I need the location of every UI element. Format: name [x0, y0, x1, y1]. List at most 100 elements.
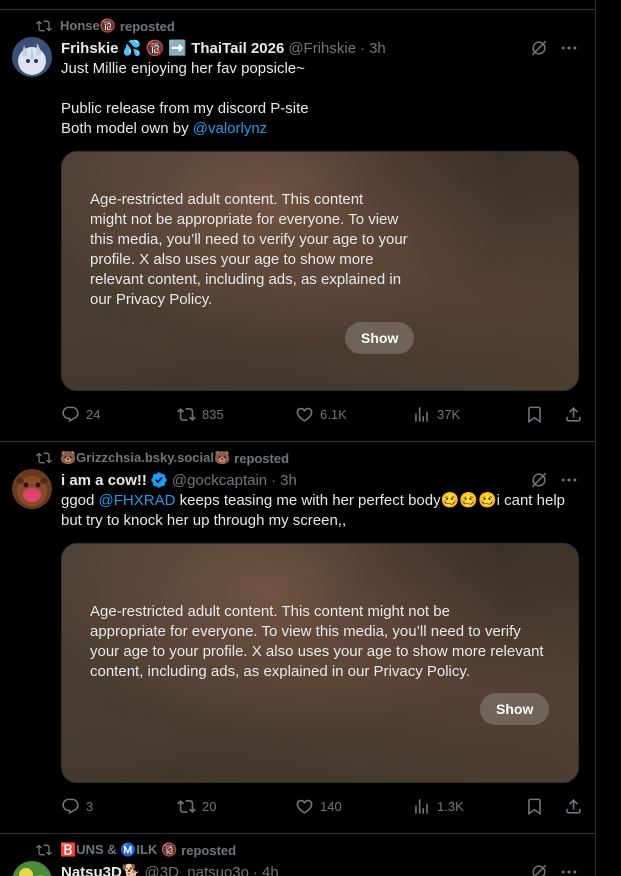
mention-link[interactable]: @valorlynz: [193, 120, 267, 137]
repost-icon: [36, 844, 52, 856]
views-button[interactable]: 37K: [412, 405, 512, 424]
avatar-image: [12, 37, 52, 77]
timestamp[interactable]: 4h: [262, 864, 279, 876]
user-handle[interactable]: @Frihskie: [288, 40, 356, 57]
repost-count: 835: [202, 406, 224, 422]
heart-icon: [296, 407, 313, 422]
reply-button[interactable]: 24: [61, 405, 177, 424]
reply-count: 24: [86, 406, 101, 422]
analytics-icon: [415, 798, 428, 814]
divider: [0, 0, 595, 10]
avatar[interactable]: [12, 469, 52, 509]
timestamp[interactable]: 3h: [369, 40, 386, 57]
post-header-actions: [529, 470, 579, 490]
post-header-actions: [529, 38, 579, 58]
more-icon[interactable]: [559, 862, 579, 876]
repost-button[interactable]: 835: [177, 405, 295, 424]
post-content: Natsu3D🐕 @3D_natsuo3o · 4h: [61, 861, 579, 876]
bookmark-icon[interactable]: [525, 405, 544, 424]
post-text-line: Just Millie enjoying her fav popsicle~: [61, 60, 305, 77]
post-actions: 3 20 140 1.3K: [61, 783, 583, 829]
avatar[interactable]: [12, 37, 52, 77]
post-text-segment: keeps teasing me with her perfect body🥴🥴…: [175, 492, 566, 509]
post-text-line: [61, 79, 579, 99]
more-icon[interactable]: [559, 38, 579, 58]
view-count: 1.3K: [437, 798, 464, 814]
post-text: ggod @FHXRAD keeps teasing me with her p…: [61, 491, 579, 531]
like-button[interactable]: 140: [295, 797, 412, 816]
reply-button[interactable]: 3: [61, 797, 177, 816]
repost-icon: [177, 799, 196, 813]
repost-user[interactable]: 🐻Grizzchsia.bsky.social🐻: [60, 450, 230, 466]
post-text-segment: Both model own by: [61, 120, 193, 137]
view-count: 37K: [437, 406, 461, 422]
warning-line: our Privacy Policy.: [90, 291, 213, 308]
post[interactable]: Honse🔞 reposted Frihskie 💦 🔞 ➡️ ThaiTail…: [0, 15, 595, 442]
bookmark-icon[interactable]: [525, 797, 544, 816]
separator-dot: ·: [271, 471, 277, 489]
repost-icon: [177, 407, 196, 421]
reply-count: 3: [86, 798, 94, 814]
post-text-line: ggod @FHXRAD keeps teasing me with her p…: [61, 491, 579, 511]
verified-badge-icon: [151, 472, 167, 488]
post-header: Natsu3D🐕 @3D_natsuo3o · 4h: [61, 861, 579, 876]
warning-line: Age-restricted adult content. This conte…: [90, 603, 450, 620]
grok-icon[interactable]: [529, 862, 549, 876]
display-name[interactable]: Natsu3D🐕: [61, 863, 141, 876]
display-name[interactable]: i am a cow!!: [61, 472, 147, 489]
display-name[interactable]: Frihskie 💦 🔞 ➡️ ThaiTail 2026: [61, 39, 284, 57]
post-body: Natsu3D🐕 @3D_natsuo3o · 4h: [12, 861, 579, 876]
avatar[interactable]: [12, 861, 52, 876]
repost-indicator[interactable]: Honse🔞 reposted: [12, 15, 579, 37]
share-icon[interactable]: [564, 797, 583, 816]
post-text-segment: ggod: [61, 492, 99, 509]
like-button[interactable]: 6.1K: [295, 405, 412, 424]
repost-label: reposted: [181, 842, 237, 858]
heart-icon: [296, 799, 313, 814]
mention-link[interactable]: @FHXRAD: [99, 492, 176, 509]
repost-indicator[interactable]: 🐻Grizzchsia.bsky.social🐻 reposted: [12, 447, 579, 469]
post-text: Just Millie enjoying her fav popsicle~ P…: [61, 59, 579, 139]
post-text-line: Both model own by @valorlynz: [61, 119, 579, 139]
grok-icon[interactable]: [529, 38, 549, 58]
warning-line: relevant content, including ads, as expl…: [90, 271, 402, 288]
like-count: 6.1K: [320, 406, 347, 422]
repost-button[interactable]: 20: [177, 797, 295, 816]
post-content: Frihskie 💦 🔞 ➡️ ThaiTail 2026 @Frihskie …: [61, 37, 581, 437]
reply-icon: [62, 798, 79, 814]
share-icon[interactable]: [564, 405, 583, 424]
show-media-button[interactable]: Show: [345, 322, 415, 354]
warning-line: profile. X also uses your age to show mo…: [90, 251, 374, 268]
repost-indicator[interactable]: 🅱️UNS & Ⓜ️ILK 🔞 reposted: [12, 839, 579, 861]
show-media-button[interactable]: Show: [480, 693, 550, 725]
separator-dot: ·: [253, 863, 258, 876]
views-button[interactable]: 1.3K: [412, 797, 512, 816]
grok-icon[interactable]: [529, 470, 549, 490]
warning-line: might not be appropriate for everyone. T…: [90, 211, 399, 228]
post-text-line: but try to knock her up through my scree…: [61, 512, 347, 529]
sensitive-media[interactable]: Age-restricted adult content. This conte…: [61, 151, 579, 391]
user-handle[interactable]: @3D_natsuo3o: [145, 864, 249, 876]
timestamp[interactable]: 3h: [280, 472, 297, 489]
post[interactable]: 🐻Grizzchsia.bsky.social🐻 reposted i am a…: [0, 447, 595, 834]
warning-line: this media, you’ll need to verify your a…: [90, 231, 408, 248]
age-restriction-warning: Age-restricted adult content. This conte…: [90, 190, 408, 310]
like-count: 140: [320, 798, 342, 814]
reply-icon: [62, 406, 79, 422]
post-actions-right: [525, 405, 583, 424]
warning-line: content, including ads, as explained in …: [90, 663, 470, 680]
repost-user[interactable]: Honse🔞: [60, 18, 116, 34]
post-body: Frihskie 💦 🔞 ➡️ ThaiTail 2026 @Frihskie …: [12, 37, 581, 437]
more-icon[interactable]: [559, 470, 579, 490]
user-handle[interactable]: @gockcaptain: [172, 472, 267, 489]
post[interactable]: 🅱️UNS & Ⓜ️ILK 🔞 reposted Natsu3D🐕 @3D_na…: [0, 839, 595, 876]
post-header-actions: [529, 862, 579, 876]
repost-icon: [36, 452, 52, 464]
warning-line: Age-restricted adult content. This conte…: [90, 191, 364, 208]
repost-user[interactable]: 🅱️UNS & Ⓜ️ILK 🔞: [60, 842, 177, 858]
sensitive-media[interactable]: Age-restricted adult content. This conte…: [61, 543, 579, 783]
warning-line: appropriate for everyone. To view this m…: [90, 623, 521, 640]
repost-icon: [36, 20, 52, 32]
post-header: i am a cow!! @gockcaptain · 3h: [61, 469, 579, 491]
post-text-line: Public release from my discord P-site: [61, 100, 309, 117]
